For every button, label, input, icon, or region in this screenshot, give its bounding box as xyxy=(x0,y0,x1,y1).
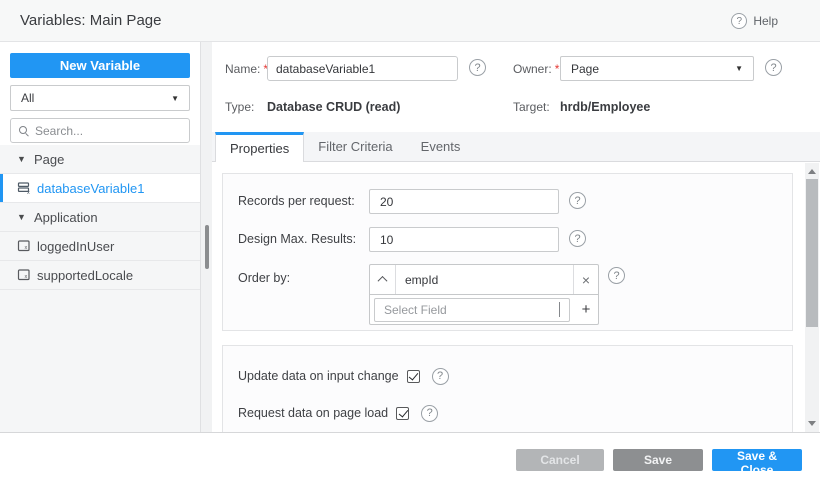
target-value: hrdb/Employee xyxy=(560,100,650,114)
behavior-panel: Update data on input change ? Request da… xyxy=(222,345,793,432)
request-on-load-row: Request data on page load ? xyxy=(238,404,438,422)
save-and-close-button[interactable]: Save & Close xyxy=(712,449,802,471)
order-by-widget: empId × Select Field + xyxy=(369,264,599,325)
owner-help-icon[interactable]: ? xyxy=(765,59,782,76)
sort-direction-button[interactable] xyxy=(370,265,396,294)
tree-item-databasevariable1[interactable]: x databaseVariable1 xyxy=(0,174,200,203)
caret-down-icon: ▼ xyxy=(735,64,743,73)
svg-text:x: x xyxy=(25,245,28,251)
scroll-down-arrow-icon[interactable] xyxy=(805,417,819,430)
request-on-load-help-icon[interactable]: ? xyxy=(421,405,438,422)
tree-group-application[interactable]: ▼ Application xyxy=(0,203,200,232)
design-max-help-icon[interactable]: ? xyxy=(569,230,586,247)
close-icon: × xyxy=(582,272,590,288)
properties-content: Records per request: ? Design Max. Resul… xyxy=(212,163,820,432)
sidebar-scrollbar[interactable] xyxy=(201,42,212,432)
order-by-help-icon[interactable]: ? xyxy=(608,267,625,284)
help-link[interactable]: ? Help xyxy=(731,13,778,29)
dialog-header: Variables: Main Page ? Help xyxy=(0,0,820,42)
tree-group-page[interactable]: ▼ Page xyxy=(0,145,200,174)
svg-text:x: x xyxy=(25,274,28,280)
sidebar-scrollbar-thumb[interactable] xyxy=(205,225,209,269)
tree-item-label: loggedInUser xyxy=(37,239,114,254)
expander-caret-icon[interactable]: ▼ xyxy=(17,212,27,222)
variable-icon: x xyxy=(17,239,31,253)
owner-select[interactable]: Page ▼ xyxy=(560,56,754,81)
dialog-footer: Cancel Save Save & Close xyxy=(0,432,820,490)
content-scrollbar[interactable] xyxy=(805,163,819,432)
request-on-load-label: Request data on page load xyxy=(238,406,388,420)
tree-item-label: supportedLocale xyxy=(37,268,133,283)
content-scrollbar-thumb[interactable] xyxy=(806,179,818,327)
variable-icon: x xyxy=(17,268,31,282)
type-target-row: Type: Database CRUD (read) Target: hrdb/… xyxy=(212,100,820,116)
order-by-field-value: empId xyxy=(396,265,573,294)
owner-select-value: Page xyxy=(571,62,599,76)
variable-editor: Name:* ? Owner:* Page ▼ ? Type: Database… xyxy=(212,42,820,432)
variable-filter-select[interactable]: All ▼ xyxy=(10,85,190,111)
tree-group-label: Application xyxy=(34,210,98,225)
expander-caret-icon[interactable]: ▼ xyxy=(17,154,27,164)
design-max-results-input[interactable] xyxy=(369,227,559,252)
type-value: Database CRUD (read) xyxy=(267,100,400,114)
new-variable-button[interactable]: New Variable xyxy=(10,53,190,78)
tree-item-label: databaseVariable1 xyxy=(37,181,144,196)
caret-down-icon: ▼ xyxy=(171,94,179,103)
order-by-label: Order by: xyxy=(238,271,290,285)
search-input[interactable] xyxy=(35,124,190,138)
data-settings-panel: Records per request: ? Design Max. Resul… xyxy=(222,173,793,331)
records-per-request-input[interactable] xyxy=(369,189,559,214)
variables-dialog: Variables: Main Page ? Help New Variable… xyxy=(0,0,820,490)
name-help-icon[interactable]: ? xyxy=(469,59,486,76)
variables-sidebar: New Variable All ▼ ▼ Page x databaseVari… xyxy=(0,42,201,432)
update-on-input-row: Update data on input change ? xyxy=(238,367,449,385)
type-label: Type: xyxy=(225,100,254,114)
cancel-button[interactable]: Cancel xyxy=(516,449,604,471)
database-variable-icon: x xyxy=(17,181,31,195)
chevron-down-icon xyxy=(559,303,560,317)
name-label: Name: xyxy=(225,62,260,76)
update-on-input-label: Update data on input change xyxy=(238,369,399,383)
plus-icon: + xyxy=(582,301,591,318)
editor-tabs: Properties Filter Criteria Events xyxy=(212,132,820,162)
add-field-row: Select Field + xyxy=(370,294,598,324)
scroll-up-arrow-icon[interactable] xyxy=(805,165,819,178)
help-circle-icon: ? xyxy=(731,13,747,29)
tab-properties[interactable]: Properties xyxy=(215,132,304,162)
tab-filter-criteria[interactable]: Filter Criteria xyxy=(304,132,406,161)
request-on-load-checkbox[interactable] xyxy=(396,407,409,420)
owner-label: Owner: xyxy=(513,62,552,76)
filter-select-value: All xyxy=(21,91,34,105)
save-button[interactable]: Save xyxy=(613,449,703,471)
update-on-input-help-icon[interactable]: ? xyxy=(432,368,449,385)
page-title: Variables: Main Page xyxy=(20,12,161,29)
required-marker: * xyxy=(555,62,560,76)
select-field-dropdown[interactable]: Select Field xyxy=(374,298,570,322)
remove-field-button[interactable]: × xyxy=(573,265,598,294)
order-by-row: empId × xyxy=(370,265,598,294)
add-field-button[interactable]: + xyxy=(574,295,598,324)
update-on-input-checkbox[interactable] xyxy=(407,370,420,383)
name-input[interactable] xyxy=(267,56,458,81)
records-help-icon[interactable]: ? xyxy=(569,192,586,209)
target-label: Target: xyxy=(513,100,550,114)
tab-events[interactable]: Events xyxy=(407,132,475,161)
design-max-results-label: Design Max. Results: xyxy=(238,232,356,246)
help-label: Help xyxy=(753,14,778,28)
chevron-up-icon xyxy=(378,276,388,286)
name-owner-row: Name:* ? Owner:* Page ▼ ? xyxy=(212,56,820,82)
search-icon xyxy=(19,126,28,135)
select-field-placeholder: Select Field xyxy=(384,303,447,317)
variable-search[interactable] xyxy=(10,118,190,143)
tree-item-supportedlocale[interactable]: x supportedLocale xyxy=(0,261,200,290)
svg-text:x: x xyxy=(27,190,30,195)
variables-tree: ▼ Page x databaseVariable1 ▼ Application… xyxy=(0,145,200,432)
tree-item-loggedinuser[interactable]: x loggedInUser xyxy=(0,232,200,261)
records-per-request-label: Records per request: xyxy=(238,194,355,208)
tree-group-label: Page xyxy=(34,152,64,167)
